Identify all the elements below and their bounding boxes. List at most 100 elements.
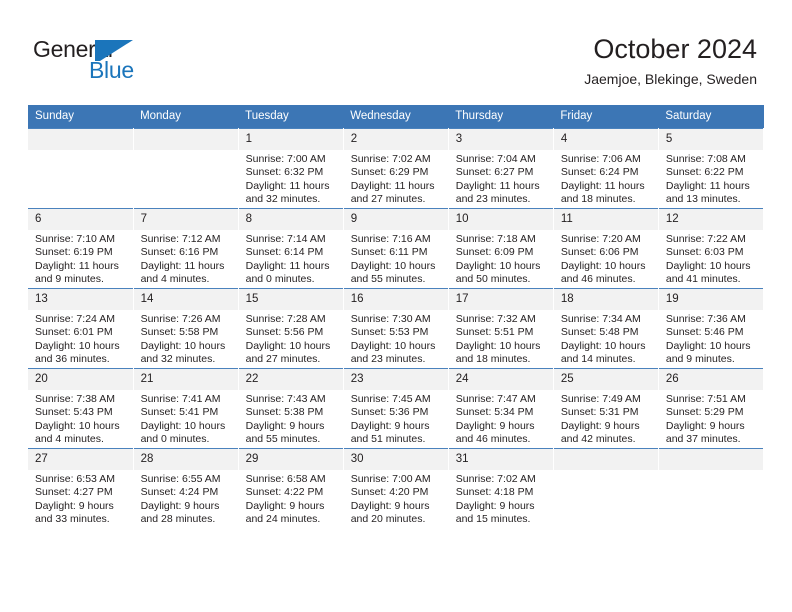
day-number: 14 xyxy=(133,289,238,310)
day-details: Sunrise: 7:32 AM Sunset: 5:51 PM Daylight:… xyxy=(449,310,553,367)
daylight-duration-line2: and 9 minutes. xyxy=(35,273,104,286)
daylight-duration-line1: Daylight: 10 hours xyxy=(140,339,226,352)
calendar-day-cell[interactable]: 23 Sunrise: 7:45 AM Sunset: 5:36 PM Dayligh… xyxy=(343,368,449,449)
calendar-day-cell[interactable]: 18 Sunrise: 7:34 AM Sunset: 5:48 PM Dayligh… xyxy=(553,288,659,369)
daylight-duration-line2: and 50 minutes. xyxy=(455,273,531,286)
daylight-duration-line1: Daylight: 9 hours xyxy=(665,419,745,432)
calendar-day-cell-empty xyxy=(658,448,765,528)
calendar-day-cell[interactable]: 17 Sunrise: 7:32 AM Sunset: 5:51 PM Dayligh… xyxy=(448,288,554,369)
day-details: Sunrise: 7:06 AM Sunset: 6:24 PM Daylight:… xyxy=(554,150,658,207)
calendar-day-cell[interactable]: 28 Sunrise: 6:55 AM Sunset: 4:24 PM Dayligh… xyxy=(133,448,239,528)
title-block: October 2024 Jaemjoe, Blekinge, Sweden xyxy=(584,33,757,89)
calendar-week-row: 13 Sunrise: 7:24 AM Sunset: 6:01 PM Dayligh… xyxy=(28,288,765,369)
brand-logo[interactable]: General Blue xyxy=(33,36,213,88)
daylight-duration-line1: Daylight: 10 hours xyxy=(665,339,751,352)
calendar-day-cell[interactable]: 9 Sunrise: 7:16 AM Sunset: 6:11 PM Daylight… xyxy=(343,208,449,289)
calendar-day-cell[interactable]: 15 Sunrise: 7:28 AM Sunset: 5:56 PM Dayligh… xyxy=(238,288,344,369)
brand-name-blue: Blue xyxy=(89,57,134,83)
calendar-day-cell[interactable]: 31 Sunrise: 7:02 AM Sunset: 4:18 PM Dayligh… xyxy=(448,448,554,528)
daylight-duration-line1: Daylight: 9 hours xyxy=(455,499,535,512)
day-details: Sunrise: 7:14 AM Sunset: 6:14 PM Daylight:… xyxy=(239,230,343,287)
day-number: 20 xyxy=(28,369,133,390)
day-details: Sunrise: 7:38 AM Sunset: 5:43 PM Daylight:… xyxy=(28,390,133,447)
calendar-day-cell[interactable]: 22 Sunrise: 7:43 AM Sunset: 5:38 PM Dayligh… xyxy=(238,368,344,449)
sunrise-time: Sunrise: 7:38 AM xyxy=(35,393,115,405)
sunset-time: Sunset: 6:32 PM xyxy=(245,166,324,179)
calendar-day-cell[interactable]: 19 Sunrise: 7:36 AM Sunset: 5:46 PM Dayligh… xyxy=(658,288,765,369)
calendar-day-cell[interactable]: 7 Sunrise: 7:12 AM Sunset: 6:16 PM Daylight… xyxy=(133,208,239,289)
calendar-day-cell[interactable]: 12 Sunrise: 7:22 AM Sunset: 6:03 PM Dayligh… xyxy=(658,208,765,289)
day-details: Sunrise: 7:30 AM Sunset: 5:53 PM Daylight:… xyxy=(344,310,448,367)
daylight-duration-line1: Daylight: 10 hours xyxy=(350,259,436,272)
day-details: Sunrise: 7:02 AM Sunset: 6:29 PM Daylight:… xyxy=(344,150,448,207)
weekday-header-thursday: Thursday xyxy=(448,105,554,129)
sunset-time: Sunset: 4:27 PM xyxy=(35,486,113,499)
day-details: Sunrise: 6:55 AM Sunset: 4:24 PM Daylight:… xyxy=(134,470,238,527)
daylight-duration-line2: and 15 minutes. xyxy=(455,513,531,526)
day-number xyxy=(553,449,658,470)
sunrise-time: Sunrise: 7:22 AM xyxy=(665,233,746,245)
daylight-duration-line2: and 51 minutes. xyxy=(350,433,426,446)
calendar-day-cell[interactable]: 14 Sunrise: 7:26 AM Sunset: 5:58 PM Dayligh… xyxy=(133,288,239,369)
sunset-time: Sunset: 5:43 PM xyxy=(35,406,113,419)
daylight-duration-line2: and 46 minutes. xyxy=(455,433,531,446)
calendar-day-cell[interactable]: 24 Sunrise: 7:47 AM Sunset: 5:34 PM Dayligh… xyxy=(448,368,554,449)
day-details: Sunrise: 7:12 AM Sunset: 6:16 PM Daylight:… xyxy=(134,230,238,287)
sunset-time: Sunset: 5:29 PM xyxy=(665,406,744,419)
day-details: Sunrise: 6:53 AM Sunset: 4:27 PM Daylight:… xyxy=(28,470,133,527)
calendar-day-cell[interactable]: 29 Sunrise: 6:58 AM Sunset: 4:22 PM Dayligh… xyxy=(238,448,344,528)
day-number xyxy=(658,449,763,470)
calendar-day-cell[interactable]: 20 Sunrise: 7:38 AM Sunset: 5:43 PM Dayligh… xyxy=(28,368,134,449)
daylight-duration-line2: and 32 minutes. xyxy=(245,193,321,206)
calendar-day-cell[interactable]: 16 Sunrise: 7:30 AM Sunset: 5:53 PM Dayligh… xyxy=(343,288,449,369)
sunset-time: Sunset: 6:27 PM xyxy=(455,166,534,179)
day-number: 16 xyxy=(343,289,448,310)
calendar-day-cell[interactable]: 4 Sunrise: 7:06 AM Sunset: 6:24 PM Daylight… xyxy=(553,128,659,209)
day-details: Sunrise: 7:43 AM Sunset: 5:38 PM Daylight:… xyxy=(239,390,343,447)
sunrise-time: Sunrise: 7:32 AM xyxy=(455,313,536,325)
calendar-day-cell[interactable]: 10 Sunrise: 7:18 AM Sunset: 6:09 PM Dayligh… xyxy=(448,208,554,289)
day-details: Sunrise: 7:49 AM Sunset: 5:31 PM Daylight:… xyxy=(554,390,658,447)
sunset-time: Sunset: 5:48 PM xyxy=(560,326,639,339)
daylight-duration-line1: Daylight: 9 hours xyxy=(140,499,220,512)
daylight-duration-line2: and 41 minutes. xyxy=(665,273,741,286)
sunset-time: Sunset: 4:18 PM xyxy=(455,486,534,499)
daylight-duration-line1: Daylight: 9 hours xyxy=(245,419,325,432)
day-number: 28 xyxy=(133,449,238,470)
day-details: Sunrise: 7:00 AM Sunset: 4:20 PM Daylight:… xyxy=(344,470,448,527)
calendar-day-cell[interactable]: 25 Sunrise: 7:49 AM Sunset: 5:31 PM Dayligh… xyxy=(553,368,659,449)
sunrise-time: Sunrise: 6:55 AM xyxy=(140,473,221,485)
sunset-time: Sunset: 5:51 PM xyxy=(455,326,534,339)
daylight-duration-line1: Daylight: 10 hours xyxy=(245,339,331,352)
calendar-day-cell[interactable]: 3 Sunrise: 7:04 AM Sunset: 6:27 PM Daylight… xyxy=(448,128,554,209)
calendar-day-cell[interactable]: 1 Sunrise: 7:00 AM Sunset: 6:32 PM Daylight… xyxy=(238,128,344,209)
calendar-day-cell[interactable]: 8 Sunrise: 7:14 AM Sunset: 6:14 PM Daylight… xyxy=(238,208,344,289)
calendar-day-cell[interactable]: 5 Sunrise: 7:08 AM Sunset: 6:22 PM Daylight… xyxy=(658,128,765,209)
day-details: Sunrise: 7:02 AM Sunset: 4:18 PM Daylight:… xyxy=(449,470,553,527)
calendar-day-cell[interactable]: 30 Sunrise: 7:00 AM Sunset: 4:20 PM Dayligh… xyxy=(343,448,449,528)
daylight-duration-line2: and 4 minutes. xyxy=(35,433,104,446)
calendar-day-cell[interactable]: 11 Sunrise: 7:20 AM Sunset: 6:06 PM Dayligh… xyxy=(553,208,659,289)
calendar-day-cell[interactable]: 2 Sunrise: 7:02 AM Sunset: 6:29 PM Daylight… xyxy=(343,128,449,209)
sunrise-time: Sunrise: 6:58 AM xyxy=(245,473,326,485)
calendar-day-cell[interactable]: 13 Sunrise: 7:24 AM Sunset: 6:01 PM Dayligh… xyxy=(28,288,134,369)
sunrise-time: Sunrise: 7:41 AM xyxy=(140,393,221,405)
calendar-day-cell[interactable]: 6 Sunrise: 7:10 AM Sunset: 6:19 PM Daylight… xyxy=(28,208,134,289)
day-number: 18 xyxy=(553,289,658,310)
calendar-day-cell[interactable]: 26 Sunrise: 7:51 AM Sunset: 5:29 PM Dayligh… xyxy=(658,368,765,449)
day-details: Sunrise: 7:36 AM Sunset: 5:46 PM Daylight:… xyxy=(659,310,763,367)
day-details: Sunrise: 7:00 AM Sunset: 6:32 PM Daylight:… xyxy=(239,150,343,207)
calendar-day-cell[interactable]: 27 Sunrise: 6:53 AM Sunset: 4:27 PM Dayligh… xyxy=(28,448,134,528)
sunrise-time: Sunrise: 7:14 AM xyxy=(245,233,326,245)
weekday-header-friday: Friday xyxy=(553,105,659,129)
weekday-header-monday: Monday xyxy=(133,105,239,129)
sunrise-time: Sunrise: 7:12 AM xyxy=(140,233,221,245)
calendar-body: 1 Sunrise: 7:00 AM Sunset: 6:32 PM Daylight… xyxy=(28,128,765,528)
daylight-duration-line2: and 23 minutes. xyxy=(350,353,426,366)
weekday-header-sunday: Sunday xyxy=(28,105,134,129)
daylight-duration-line1: Daylight: 9 hours xyxy=(245,499,325,512)
daylight-duration-line1: Daylight: 10 hours xyxy=(455,259,541,272)
daylight-duration-line1: Daylight: 11 hours xyxy=(455,179,540,192)
sunrise-time: Sunrise: 7:00 AM xyxy=(350,473,431,485)
calendar-day-cell[interactable]: 21 Sunrise: 7:41 AM Sunset: 5:41 PM Dayligh… xyxy=(133,368,239,449)
